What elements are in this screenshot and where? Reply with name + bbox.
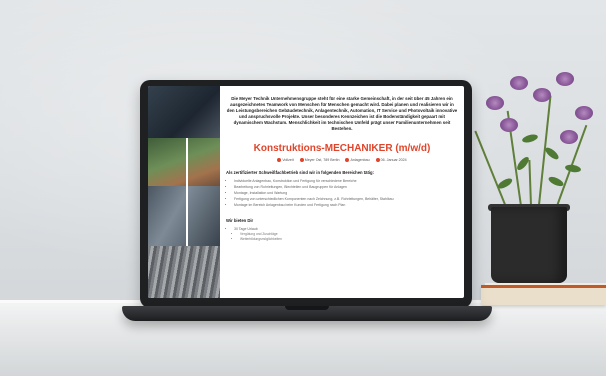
laptop-base: [122, 306, 492, 321]
book-stack: [481, 285, 606, 305]
plant-flower: [556, 72, 574, 86]
laptop-notch: [285, 306, 329, 310]
gear-icon: [345, 158, 350, 162]
plant-pot: [491, 207, 567, 283]
plant-flower: [560, 130, 578, 144]
section-heading: Als zertifizierter Schweißfachbetrieb si…: [226, 170, 374, 175]
calendar-icon: [375, 158, 380, 162]
job-posting: Die Meyer Technik Unternehmensgruppe ste…: [226, 96, 458, 296]
offer-list: 30 Tage Urlaub Vergütung und Zuschläge W…: [226, 226, 458, 241]
list-item: Weiterbildungsmöglichkeiten: [240, 237, 458, 242]
company-intro: Die Meyer Technik Unternehmensgruppe ste…: [226, 96, 458, 131]
meta-location: Meyer Ost, 789 Berlin: [299, 158, 339, 162]
photo-machinery: [148, 186, 220, 246]
plant-flower: [510, 76, 528, 90]
location-pin-icon: [299, 158, 304, 162]
photo-welder: [148, 86, 220, 138]
photo-collage: [148, 86, 220, 298]
plant-flower: [533, 88, 551, 102]
meta-department: Anlagenbau: [345, 158, 370, 162]
photo-pipes: [148, 246, 220, 298]
job-title: Konstruktions-MECHANIKER (m/w/d): [253, 143, 431, 154]
laptop-screen: Die Meyer Technik Unternehmensgruppe ste…: [148, 86, 464, 298]
meta-date: 06. Januar 2024: [375, 158, 407, 162]
clock-icon: [277, 158, 282, 162]
photo-divider: [186, 138, 188, 246]
photo-building: [148, 138, 220, 186]
plant-flower: [486, 96, 504, 110]
activity-list: Individuelle Anlagenbau, Konstruktion un…: [226, 178, 458, 208]
plant-flower: [500, 118, 518, 132]
job-meta: Vollzeit Meyer Ost, 789 Berlin Anlagenba…: [226, 158, 458, 162]
plant-flower: [575, 106, 593, 120]
meta-type: Vollzeit: [277, 158, 294, 162]
laptop-lid: Die Meyer Technik Unternehmensgruppe ste…: [140, 80, 472, 308]
offer-heading: Wir bieten Dir: [226, 218, 254, 223]
list-item: Montage im Bereich Anlagenbau beim Kunde…: [234, 202, 458, 208]
